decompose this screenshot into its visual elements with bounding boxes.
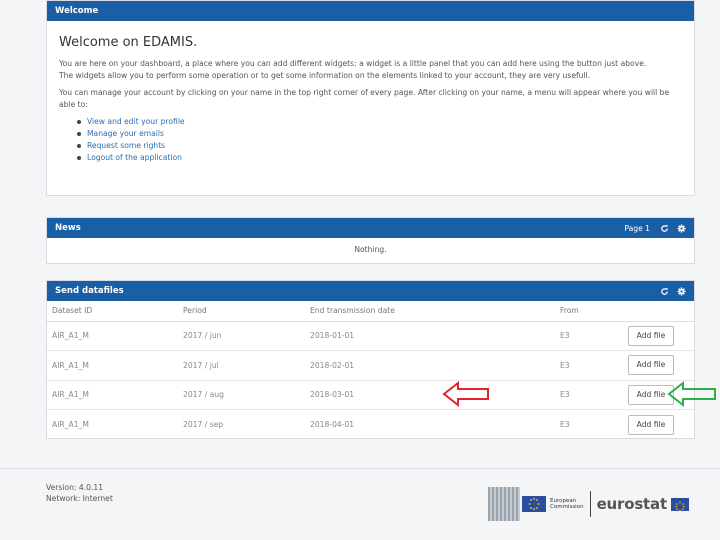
table-row: AIR_A1_M 2017 / jul 2018-02-01 E3 Add fi… xyxy=(47,350,694,381)
cell-end-date: 2018-04-01 xyxy=(310,420,355,429)
cell-from: E3 xyxy=(555,350,623,381)
european-commission-logo: European Commission xyxy=(488,487,584,521)
link-label[interactable]: Manage your emails xyxy=(87,128,164,140)
welcome-text: You are here on your dashboard, a place … xyxy=(59,58,682,81)
page-indicator: Page 1 xyxy=(624,223,650,233)
cell-period: 2017 / sep xyxy=(183,420,224,429)
bullet-icon xyxy=(77,144,81,148)
ec-line-2: Commission xyxy=(550,504,584,510)
cell-dataset: AIR_A1_M xyxy=(47,321,178,351)
logo-separator xyxy=(589,491,591,517)
cell-dataset: AIR_A1_M xyxy=(47,350,178,381)
cell-from: E3 xyxy=(560,420,570,429)
bullet-icon xyxy=(77,156,81,160)
welcome-panel-header: Welcome xyxy=(47,1,694,21)
european-commission-text: European Commission xyxy=(550,498,584,511)
cell-dataset: AIR_A1_M xyxy=(52,420,89,429)
datafiles-table: Dataset ID Period End transmission date … xyxy=(47,301,694,439)
gear-icon[interactable] xyxy=(677,286,686,296)
link-view-profile[interactable]: View and edit your profile xyxy=(77,116,682,128)
col-period: Period xyxy=(178,301,305,322)
cell-from: E3 xyxy=(555,321,623,351)
version-text: Version: 4.0.11 xyxy=(46,483,104,492)
commission-building-icon xyxy=(488,487,520,521)
files-header-title: Send datafiles xyxy=(55,286,124,296)
cell-period: 2017 / jun xyxy=(178,321,305,351)
page-title: Welcome on EDAMIS. xyxy=(59,35,198,50)
green-arrow-annotation xyxy=(667,381,716,407)
link-logout[interactable]: Logout of the application xyxy=(77,152,682,164)
account-menu-list: View and edit your profile Manage your e… xyxy=(77,116,682,164)
eu-flag-icon xyxy=(670,497,689,511)
table-row: AIR_A1_M 2017 / jun 2018-01-01 E3 Add fi… xyxy=(47,321,694,351)
bullet-icon xyxy=(77,120,81,124)
col-end-date: End transmission date xyxy=(305,301,555,322)
eu-flag-icon xyxy=(522,496,546,512)
refresh-icon[interactable] xyxy=(660,224,669,233)
link-label[interactable]: Logout of the application xyxy=(87,152,182,164)
bullet-icon xyxy=(77,132,81,136)
welcome-header-title: Welcome xyxy=(55,6,99,16)
link-label[interactable]: View and edit your profile xyxy=(87,116,185,128)
link-request-rights[interactable]: Request some rights xyxy=(77,140,682,152)
gear-icon[interactable] xyxy=(677,223,686,233)
news-header-title: News xyxy=(55,223,81,233)
refresh-icon[interactable] xyxy=(660,287,669,296)
add-file-button[interactable]: Add file xyxy=(628,355,674,376)
cell-period: 2017 / jul xyxy=(178,350,305,381)
welcome-panel: Welcome Welcome on EDAMIS. You are here … xyxy=(46,0,695,196)
news-panel: News Page 1 Nothing. xyxy=(46,217,695,264)
link-manage-emails[interactable]: Manage your emails xyxy=(77,128,682,140)
add-file-button[interactable]: Add file xyxy=(628,414,674,435)
cell-end-date: 2018-01-01 xyxy=(305,321,555,351)
link-label[interactable]: Request some rights xyxy=(87,140,165,152)
cell-end-date: 2018-03-01 xyxy=(305,380,555,410)
footer-divider xyxy=(0,468,720,469)
welcome-paragraph-3: You can manage your account by clicking … xyxy=(59,88,670,109)
col-action xyxy=(623,301,694,322)
welcome-paragraph-1: You are here on your dashboard, a place … xyxy=(59,59,647,68)
cell-from: E3 xyxy=(555,380,623,410)
col-dataset-id: Dataset ID xyxy=(47,301,178,322)
welcome-paragraph-2: The widgets allow you to perform some op… xyxy=(59,70,591,80)
table-header-row: Dataset ID Period End transmission date … xyxy=(47,301,694,322)
files-panel-header: Send datafiles xyxy=(47,281,694,301)
send-datafiles-panel: Send datafiles Dataset ID Period End tra… xyxy=(46,280,695,439)
eurostat-logo: European Commission eurostat xyxy=(488,482,692,526)
news-empty-message: Nothing. xyxy=(354,245,387,254)
news-panel-header: News Page 1 xyxy=(47,218,694,238)
cell-period: 2017 / aug xyxy=(178,380,305,410)
red-arrow-annotation xyxy=(442,381,489,407)
cell-dataset: AIR_A1_M xyxy=(47,380,178,410)
add-file-button[interactable]: Add file xyxy=(628,325,674,346)
cell-end-date: 2018-02-01 xyxy=(305,350,555,381)
network-text: Network: Internet xyxy=(46,494,113,503)
table-row: AIR_A1_M 2017 / aug 2018-03-01 E3 Add fi… xyxy=(47,380,694,410)
eurostat-wordmark: eurostat xyxy=(596,495,668,513)
footer-info: Version: 4.0.11 Network: Internet xyxy=(46,482,113,504)
table-row: AIR_A1_M 2017 / sep 2018-04-01 E3 Add fi… xyxy=(47,410,694,440)
col-from: From xyxy=(555,301,623,322)
